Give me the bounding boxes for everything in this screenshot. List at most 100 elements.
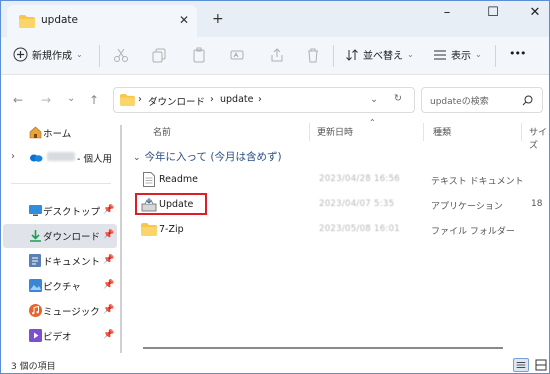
view-label: 表示 bbox=[451, 51, 471, 62]
view-button[interactable]: 表示 ⌄ bbox=[433, 47, 482, 62]
highlight-box bbox=[135, 193, 207, 215]
folder-icon bbox=[19, 15, 35, 28]
folder-icon bbox=[120, 94, 135, 106]
desktop-icon bbox=[29, 205, 42, 216]
file-row-7zip[interactable]: 7-Zip 2023/05/08 16:01 ファイル フォルダー bbox=[133, 219, 549, 241]
music-icon bbox=[29, 304, 42, 317]
address-row: ← → ⌄ ↑ › ダウンロード › update › ⌄ ↻ updateの検… bbox=[1, 75, 549, 121]
details-view-icon[interactable] bbox=[513, 358, 529, 372]
pin-icon: 📌 bbox=[103, 255, 115, 265]
pin-icon: 📌 bbox=[103, 280, 115, 290]
home-icon bbox=[29, 126, 42, 139]
sidebar-item-pictures[interactable]: ピクチャ 📌 bbox=[3, 274, 117, 298]
file-type: テキスト ドキュメント bbox=[431, 177, 524, 187]
sidebar-label-documents: ドキュメント bbox=[43, 257, 101, 268]
breadcrumb-update[interactable]: update bbox=[220, 94, 253, 105]
plus-circle-icon bbox=[13, 47, 28, 62]
recent-chevron-icon[interactable]: ⌄ bbox=[67, 93, 75, 104]
tab-close-icon[interactable]: ✕ bbox=[179, 13, 189, 27]
command-bar: 新規作成 ⌄ 並べ替え ⌄ 表示 ⌄ ••• bbox=[1, 37, 549, 75]
horizontal-scrollbar[interactable] bbox=[143, 347, 503, 349]
column-header-type[interactable]: 種類 bbox=[433, 125, 451, 138]
file-size: 18 bbox=[531, 199, 543, 209]
file-type: ファイル フォルダー bbox=[431, 227, 515, 237]
sidebar-scrollbar[interactable] bbox=[120, 125, 122, 353]
sidebar-item-videos[interactable]: ビデオ 📌 bbox=[3, 324, 117, 348]
sidebar-label-onedrive: - 個人用 bbox=[77, 154, 112, 165]
pin-icon: 📌 bbox=[103, 230, 115, 240]
rename-icon[interactable] bbox=[229, 47, 245, 63]
tiles-view-icon[interactable] bbox=[533, 358, 549, 372]
sidebar-item-home[interactable]: ホーム bbox=[3, 121, 117, 145]
file-explorer-window: update ✕ + – ☐ ✕ 新規作成 ⌄ 並べ替え ⌄ 表示 ⌄ ••• … bbox=[0, 0, 550, 374]
file-name: Readme bbox=[159, 174, 198, 185]
sidebar-item-desktop[interactable]: デスクトップ 📌 bbox=[3, 199, 117, 223]
file-date: 2023/04/28 16:56 bbox=[319, 174, 400, 184]
pictures-icon bbox=[29, 279, 42, 292]
blurred-account-name bbox=[47, 152, 75, 161]
copy-icon[interactable] bbox=[151, 47, 167, 63]
column-header-size[interactable]: サイズ bbox=[529, 125, 549, 151]
item-count: 3 個の項目 bbox=[11, 362, 56, 372]
sidebar-item-music[interactable]: ミュージック 📌 bbox=[3, 299, 117, 323]
tab-update[interactable]: update ✕ bbox=[7, 5, 197, 37]
sidebar-label-pictures: ピクチャ bbox=[43, 282, 81, 293]
view-icon bbox=[434, 50, 446, 59]
sidebar-label-home: ホーム bbox=[43, 129, 72, 140]
maximize-button[interactable]: ☐ bbox=[479, 5, 507, 25]
file-name: 7-Zip bbox=[159, 224, 184, 235]
column-divider[interactable] bbox=[309, 123, 310, 141]
pin-icon: 📌 bbox=[103, 205, 115, 215]
close-window-button[interactable]: ✕ bbox=[521, 5, 549, 25]
pin-icon: 📌 bbox=[103, 330, 115, 340]
group-label: 今年に入って (今月は含めず) bbox=[144, 151, 282, 163]
videos-icon bbox=[29, 329, 42, 342]
minimize-button[interactable]: – bbox=[433, 5, 461, 25]
forward-arrow-icon[interactable]: → bbox=[41, 93, 51, 107]
chevron-right-icon: › bbox=[138, 94, 142, 105]
search-placeholder: updateの検索 bbox=[430, 97, 489, 107]
toolbar-divider bbox=[495, 45, 496, 67]
up-arrow-icon[interactable]: ↑ bbox=[89, 93, 99, 107]
group-header[interactable]: ⌄ 今年に入って (今月は含めず) bbox=[133, 149, 282, 164]
new-label: 新規作成 bbox=[32, 51, 72, 62]
sort-indicator-icon: ⌃ bbox=[369, 118, 376, 127]
chevron-down-icon: ⌄ bbox=[76, 50, 83, 59]
onedrive-icon bbox=[30, 154, 43, 162]
sort-icon bbox=[346, 48, 358, 61]
status-bar: 3 個の項目 bbox=[1, 357, 549, 373]
folder-icon bbox=[141, 223, 157, 236]
file-row-readme[interactable]: Readme 2023/04/28 16:56 テキスト ドキュメント bbox=[133, 169, 549, 191]
sidebar-item-downloads[interactable]: ダウンロード 📌 bbox=[3, 224, 117, 248]
paste-icon[interactable] bbox=[191, 47, 207, 63]
sort-button[interactable]: 並べ替え ⌄ bbox=[345, 47, 414, 62]
sidebar-item-onedrive[interactable]: › - 個人用 bbox=[3, 146, 117, 170]
more-options-button[interactable]: ••• bbox=[509, 47, 526, 60]
delete-icon[interactable] bbox=[305, 47, 321, 63]
column-header-date[interactable]: 更新日時 bbox=[317, 125, 353, 138]
new-button[interactable]: 新規作成 ⌄ bbox=[13, 47, 83, 62]
column-divider[interactable] bbox=[423, 123, 424, 141]
sidebar-divider bbox=[11, 183, 111, 184]
sort-label: 並べ替え bbox=[363, 51, 403, 62]
search-box[interactable]: updateの検索 bbox=[421, 87, 543, 113]
refresh-icon[interactable]: ↻ bbox=[394, 93, 402, 104]
expand-chevron-icon[interactable]: › bbox=[11, 151, 15, 162]
share-icon[interactable] bbox=[269, 47, 285, 63]
new-tab-button[interactable]: + bbox=[212, 11, 224, 27]
sidebar-item-documents[interactable]: ドキュメント 📌 bbox=[3, 249, 117, 273]
title-bar: update ✕ + – ☐ ✕ bbox=[1, 1, 549, 37]
toolbar-divider bbox=[333, 45, 334, 67]
chevron-down-icon: ⌄ bbox=[407, 50, 414, 59]
file-date: 2023/05/08 16:01 bbox=[319, 224, 400, 234]
column-header-name[interactable]: 名前 bbox=[153, 125, 171, 138]
back-arrow-icon[interactable]: ← bbox=[13, 93, 23, 107]
breadcrumb-downloads[interactable]: ダウンロード bbox=[148, 94, 205, 108]
chevron-down-icon: ⌄ bbox=[475, 50, 482, 59]
cut-icon[interactable] bbox=[113, 47, 129, 63]
file-date: 2023/04/07 5:35 bbox=[319, 199, 395, 209]
address-dropdown-icon[interactable]: ⌄ bbox=[370, 94, 378, 105]
address-bar[interactable]: › ダウンロード › update › ⌄ ↻ bbox=[113, 87, 415, 113]
download-icon bbox=[30, 230, 41, 242]
column-divider[interactable] bbox=[521, 123, 522, 141]
